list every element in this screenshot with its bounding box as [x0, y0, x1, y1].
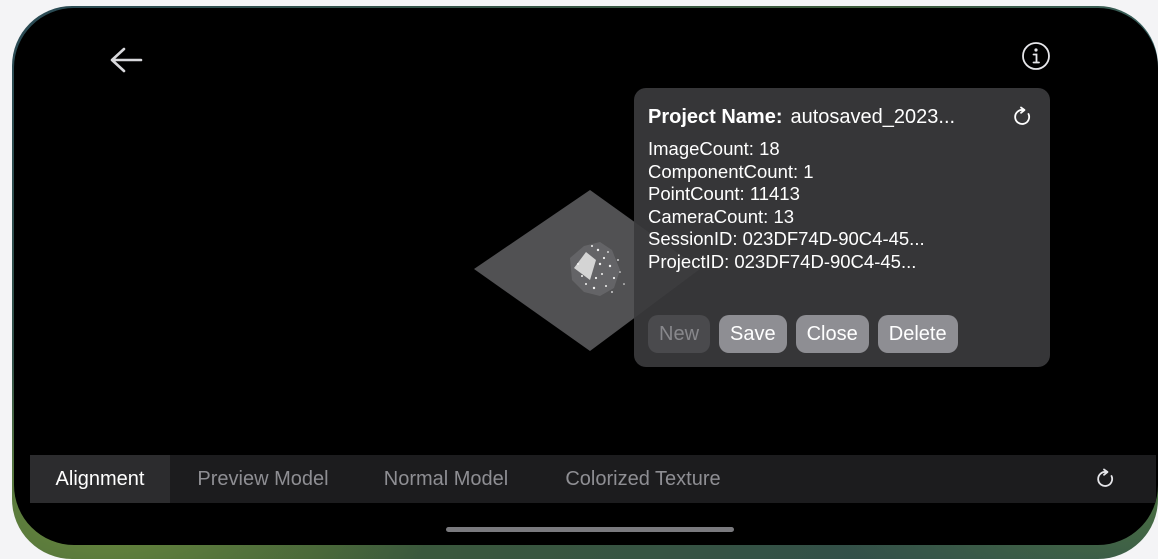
- tab-colorized-texture[interactable]: Colorized Texture: [536, 455, 750, 503]
- info-button[interactable]: [1020, 40, 1052, 72]
- component-count: ComponentCount: 1: [648, 160, 814, 182]
- project-info-panel: Project Name: autosaved_2023... ImageCou…: [634, 88, 1050, 367]
- session-id: SessionID: 023DF74D-90C4-45...: [648, 228, 925, 250]
- delete-button[interactable]: Delete: [877, 315, 958, 353]
- project-stats: ImageCount: 18 ComponentCount: 1 PointCo…: [648, 138, 1036, 274]
- info-circle-icon: [1022, 42, 1050, 70]
- image-count: ImageCount: 18: [648, 138, 780, 159]
- project-refresh-button[interactable]: [1010, 104, 1036, 130]
- refresh-icon: [1097, 468, 1113, 487]
- tab-normal-model[interactable]: Normal Model: [356, 455, 536, 503]
- project-name-value: autosaved_2023...: [790, 105, 956, 128]
- project-id: ProjectID: 023DF74D-90C4-45...: [648, 250, 917, 272]
- point-count: PointCount: 11413: [648, 183, 800, 205]
- tab-alignment[interactable]: Alignment: [30, 455, 170, 503]
- tab-preview-model[interactable]: Preview Model: [170, 455, 356, 503]
- new-button[interactable]: New: [648, 315, 711, 353]
- arrow-left-icon: [110, 47, 143, 73]
- app-screen: Project Name: autosaved_2023... ImageCou…: [14, 8, 1158, 545]
- project-name-row: Project Name: autosaved_2023...: [648, 102, 1036, 132]
- camera-count: CameraCount: 13: [648, 205, 795, 227]
- tabbar-refresh-button[interactable]: [1093, 466, 1119, 492]
- close-button[interactable]: Close: [795, 315, 869, 353]
- refresh-icon: [1014, 106, 1030, 125]
- back-button[interactable]: [108, 42, 144, 78]
- project-name-label: Project Name:: [648, 105, 783, 128]
- project-actions: New Save Close Delete: [648, 315, 958, 353]
- home-indicator[interactable]: [446, 527, 734, 532]
- save-button[interactable]: Save: [719, 315, 787, 353]
- mode-segmented-control: Alignment Preview Model Normal Model Col…: [30, 455, 750, 503]
- mode-tab-bar: Alignment Preview Model Normal Model Col…: [30, 455, 1156, 503]
